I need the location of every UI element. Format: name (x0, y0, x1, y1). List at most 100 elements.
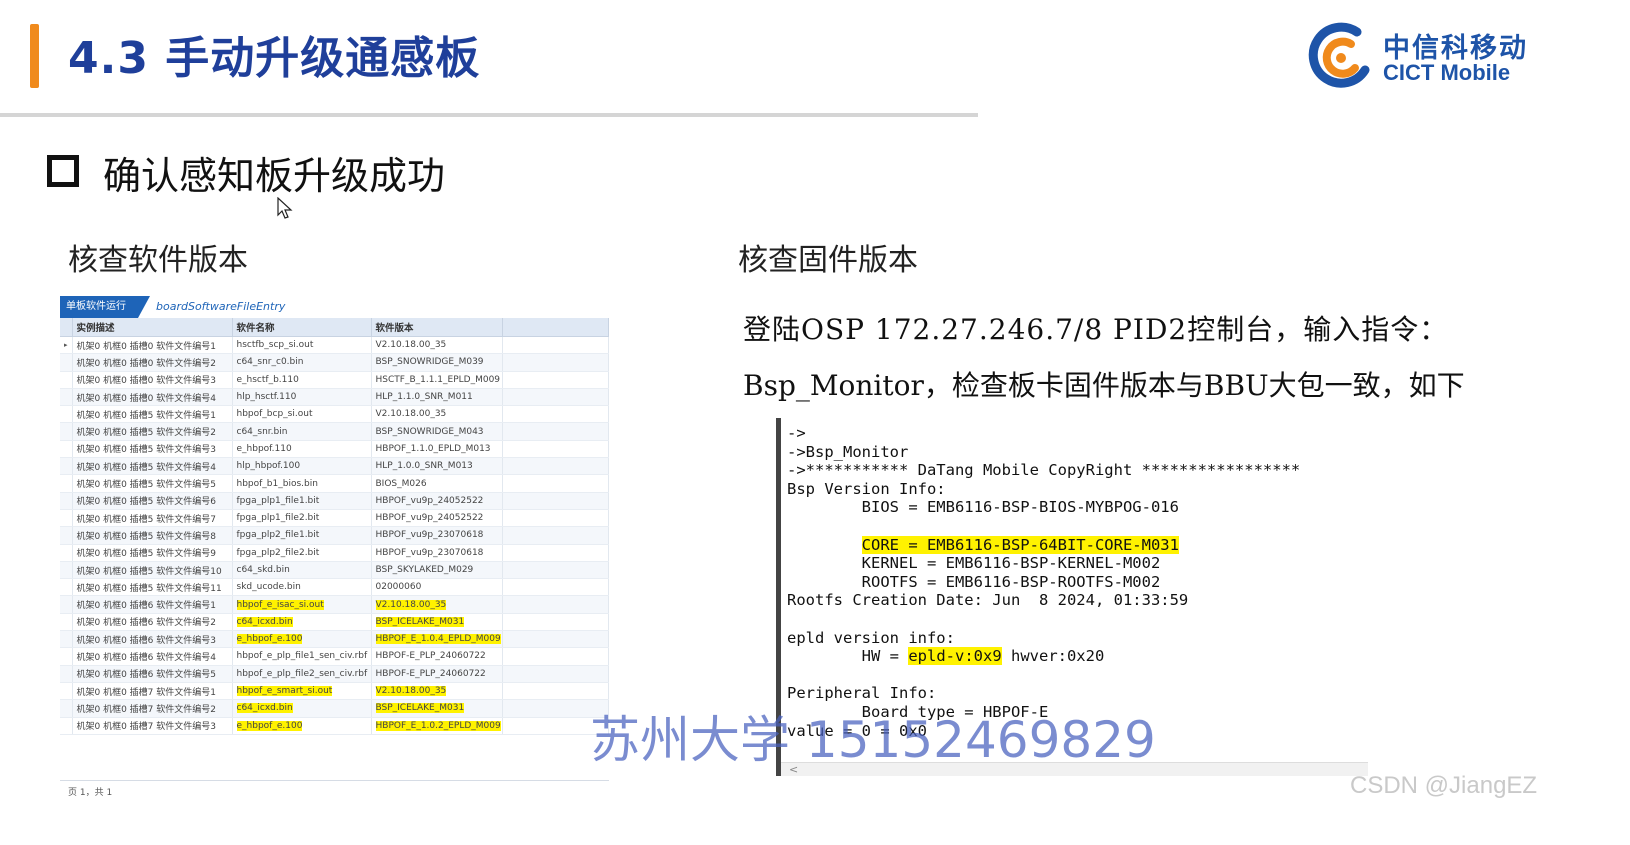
row-selector (60, 422, 73, 441)
cell-description-text: 机架0 机框0 插槽5 软件文件编号8 (76, 531, 217, 542)
cell-description-text: 机架0 机框0 插槽0 软件文件编号2 (76, 358, 217, 369)
table-row[interactable]: 机架0 机框0 插槽5 软件文件编号8 fpga_plp2_file1.bit HB… (60, 526, 609, 545)
table-row[interactable]: 机架0 机框0 插槽5 软件文件编号1 hbpof_bcp_si.out V2.10… (60, 405, 609, 424)
cell-software-name-text: hbpof_bcp_si.out (236, 409, 313, 420)
cell-software-name-text: c64_snr_c0.bin (236, 357, 304, 368)
terminal-line: Bsp Version Info: (787, 479, 946, 498)
panel-tab[interactable]: 单板软件运行 (60, 296, 138, 318)
cell-software-name-text: c64_icxd.bin (236, 616, 293, 627)
cell-description: 机架0 机框0 插槽5 软件文件编号1 (72, 405, 233, 424)
table-row[interactable]: 机架0 机框0 插槽6 软件文件编号3 e_hbpof_e.100 HBPOF_E_… (60, 630, 609, 649)
cell-software-name-text: hbpof_b1_bios.bin (236, 478, 318, 489)
cell-software-name-text: e_hbpof_e.100 (236, 634, 303, 645)
cell-software-version: BIOS_M026 (371, 474, 503, 493)
column-header-empty (502, 318, 609, 337)
table-row[interactable]: ▸ 机架0 机框0 插槽0 软件文件编号1 hsctfb_scp_si.out V2.… (60, 336, 609, 355)
table-row[interactable]: 机架0 机框0 插槽0 软件文件编号3 e_hsctf_b.110 HSCTF_B_… (60, 371, 609, 389)
cell-description-text: 机架0 机框0 插槽6 软件文件编号4 (76, 652, 217, 663)
terminal-line: CORE = EMB6116-BSP-64BIT-CORE-M031 (787, 535, 1300, 555)
section-heading: 确认感知板升级成功 (103, 154, 446, 198)
cell-software-version-text: HBPOF_vu9p_24052522 (375, 495, 484, 506)
cell-description-text: 机架0 机框0 插槽7 软件文件编号1 (76, 687, 217, 698)
table-row[interactable]: 机架0 机框0 插槽5 软件文件编号10 c64_skd.bin BSP_SKYLA… (60, 561, 609, 580)
cell-software-name: c64_skd.bin (232, 561, 372, 580)
instruction-line-1: 登陆OSP 172.27.246.7/8 PID2控制台，输入指令： (743, 313, 1449, 346)
table-row[interactable]: 机架0 机框0 插槽5 软件文件编号9 fpga_plp2_file2.bit HB… (60, 544, 609, 562)
entry-link[interactable]: boardSoftwareFileEntry (156, 300, 285, 313)
cell-software-version-text: HBPOF-E_PLP_24060722 (375, 668, 486, 679)
terminal-segment: hwver:0x20 (1001, 647, 1105, 666)
terminal-line: HW = epld-v:0x9 hwver:0x20 (787, 647, 1300, 666)
cell-empty (502, 405, 609, 424)
cell-empty (502, 595, 609, 614)
cell-software-name: hlp_hsctf.110 (232, 388, 372, 407)
cell-description: 机架0 机框0 插槽6 软件文件编号1 (72, 595, 233, 614)
cell-software-name: c64_snr.bin (232, 422, 372, 441)
cell-software-version: HBPOF-E_PLP_24060722 (371, 665, 503, 683)
row-selector (60, 647, 73, 666)
cell-software-version-text: BSP_SNOWRIDGE_M039 (375, 357, 484, 368)
row-selector (60, 630, 73, 649)
table-row[interactable]: 机架0 机框0 插槽5 软件文件编号5 hbpof_b1_bios.bin BIOS… (60, 474, 609, 493)
column-header[interactable]: 软件版本 (371, 318, 503, 337)
cell-software-version-text: HLP_1.0.0_SNR_M013 (375, 461, 473, 472)
table-row[interactable]: 机架0 机框0 插槽6 软件文件编号5 hbpof_e_plp_file2_sen… (60, 665, 609, 683)
cell-software-version-text: BSP_SKYLAKED_M029 (375, 565, 474, 575)
cell-description-text: 机架0 机框0 插槽5 软件文件编号3 (76, 445, 217, 456)
terminal-line: ->*********** DaTang Mobile CopyRight **… (787, 461, 1301, 480)
cell-software-version: HBPOF_vu9p_23070618 (371, 526, 503, 545)
table-row[interactable]: 机架0 机框0 插槽6 软件文件编号4 hbpof_e_plp_file1_sen… (60, 647, 609, 666)
cell-description: 机架0 机框0 插槽5 软件文件编号7 (72, 509, 233, 528)
cell-software-version-text: HBPOF_vu9p_24052522 (375, 513, 484, 524)
cell-software-name: hbpof_bcp_si.out (232, 405, 372, 424)
cell-software-name-text: c64_icxd.bin (236, 703, 293, 714)
cell-description-text: 机架0 机框0 插槽5 软件文件编号1 (76, 410, 217, 421)
cell-software-name-text: hlp_hbpof.100 (236, 461, 301, 472)
cell-software-name: hbpof_e_smart_si.out (232, 682, 372, 701)
table-row[interactable]: 机架0 机框0 插槽5 软件文件编号11 skd_ucode.bin 0200006… (60, 578, 609, 597)
cell-software-version-text: V2.10.18.00_35 (375, 686, 447, 697)
table-row[interactable]: 机架0 机框0 插槽5 软件文件编号3 e_hbpof.110 HBPOF_1.1.… (60, 440, 609, 459)
table-row[interactable]: 机架0 机框0 插槽6 软件文件编号1 hbpof_e_isac_si.out V2… (60, 595, 609, 614)
table-row[interactable]: 机架0 机框0 插槽5 软件文件编号2 c64_snr.bin BSP_SNOWRI… (60, 422, 609, 441)
cell-software-version-text: HBPOF_vu9p_23070618 (375, 530, 484, 541)
table-row[interactable]: 机架0 机框0 插槽7 软件文件编号3 e_hbpof_e.100 HBPOF_E_… (60, 717, 609, 735)
table-row[interactable]: 机架0 机框0 插槽5 软件文件编号7 fpga_plp1_file2.bit HB… (60, 509, 609, 528)
row-selector (60, 682, 73, 701)
row-selector (60, 544, 73, 562)
cell-empty (502, 336, 609, 355)
table-row[interactable]: 机架0 机框0 插槽7 软件文件编号2 c64_icxd.bin BSP_ICELA… (60, 699, 609, 718)
cell-software-name-text: c64_skd.bin (236, 565, 290, 575)
table-row[interactable]: 机架0 机框0 插槽0 软件文件编号2 c64_snr_c0.bin BSP_SNO… (60, 353, 609, 372)
table-row[interactable]: 机架0 机框0 插槽0 软件文件编号4 hlp_hsctf.110 HLP_1.1.… (60, 388, 609, 407)
column-header[interactable]: 软件名称 (232, 318, 372, 337)
cell-software-version: V2.10.18.00_35 (371, 336, 503, 355)
table-row[interactable]: 机架0 机框0 插槽6 软件文件编号2 c64_icxd.bin BSP_ICELA… (60, 613, 609, 632)
row-selector (60, 492, 73, 510)
cell-description: 机架0 机框0 插槽5 软件文件编号10 (72, 561, 233, 580)
cell-software-version: HBPOF_1.1.0_EPLD_M013 (371, 440, 503, 459)
cell-software-version-text: HBPOF_E_1.0.2_EPLD_M009 (375, 720, 501, 731)
terminal-line: ROOTFS = EMB6116-BSP-ROOTFS-M002 (787, 572, 1161, 591)
cell-software-name: hbpof_e_plp_file1_sen_civ.rbf (232, 647, 372, 666)
cell-description-text: 机架0 机框0 插槽5 软件文件编号7 (76, 514, 217, 525)
table-row[interactable]: 机架0 机框0 插槽5 软件文件编号4 hlp_hbpof.100 HLP_1.0.… (60, 457, 609, 476)
pager-footer: 页 1，共 1 (60, 780, 609, 804)
table-row[interactable]: 机架0 机框0 插槽5 软件文件编号6 fpga_plp1_file1.bit HB… (60, 492, 609, 510)
row-selector (60, 578, 73, 597)
cell-description: 机架0 机框0 插槽0 软件文件编号3 (72, 371, 233, 389)
cell-software-name: e_hbpof_e.100 (232, 717, 372, 735)
cell-software-version-text: V2.10.18.00_35 (375, 409, 447, 420)
logo-text-en: CICT Mobile (1383, 60, 1511, 85)
terminal-highlight: epld-v:0x9 (908, 647, 1002, 666)
column-header[interactable]: 实例描述 (72, 318, 233, 337)
cell-description-text: 机架0 机框0 插槽6 软件文件编号2 (76, 618, 217, 629)
cell-software-version: HBPOF-E_PLP_24060722 (371, 647, 503, 666)
row-selector (60, 509, 73, 528)
cell-software-version-text: HBPOF-E_PLP_24060722 (375, 651, 486, 662)
cell-software-name: skd_ucode.bin (232, 578, 372, 597)
cell-software-version-text: HSCTF_B_1.1.1_EPLD_M009 (375, 374, 501, 385)
header-selector (60, 318, 73, 337)
table-row[interactable]: 机架0 机框0 插槽7 软件文件编号1 hbpof_e_smart_si.out V… (60, 682, 609, 701)
cell-description: 机架0 机框0 插槽6 软件文件编号5 (72, 665, 233, 683)
